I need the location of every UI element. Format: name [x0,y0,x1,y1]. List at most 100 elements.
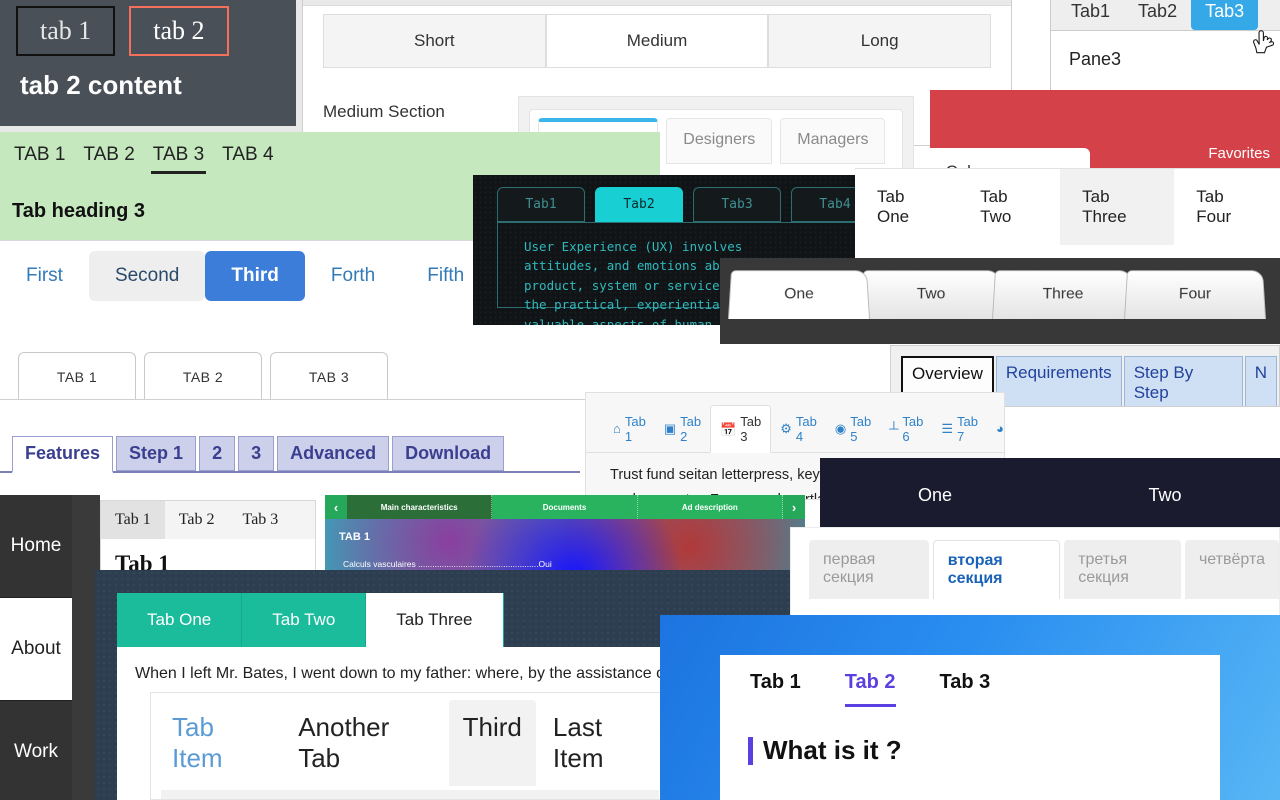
tab-tab2[interactable]: Tab2 [1124,0,1191,30]
tab-tab-3[interactable]: Tab 3 [940,671,991,707]
tab-tab3[interactable]: Tab3 [1191,0,1259,30]
tab-tab-7[interactable]: ☰ Tab 7 [932,406,987,452]
navy-tabs-panel: One Two [820,458,1280,528]
tab-tab-1[interactable]: TAB 1 [12,142,67,174]
tab-ad-description[interactable]: Ad description [637,495,783,519]
tab-managers[interactable]: Managers [780,118,886,164]
big-tab-pane [161,790,659,799]
tab-two[interactable]: Two [1050,458,1280,528]
tab-tab1[interactable]: Tab1 [497,187,585,222]
tab-tab2[interactable]: Tab2 [595,187,683,222]
tab-requirements[interactable]: Requirements [995,356,1122,406]
tab-label: Tab 3 [740,414,762,444]
tab-tab1[interactable]: Tab1 [1057,0,1124,30]
tab-label: Tab 1 [624,413,646,444]
tab-tab-8[interactable]: ◕ Tab 8 [987,406,1004,452]
tab-step-by-step[interactable]: Step By Step [1123,356,1243,406]
tab-tab-3[interactable]: Tab 3 [229,501,293,539]
tab-tab-4[interactable]: TAB 4 [220,142,275,174]
tab-one[interactable]: One [820,458,1050,528]
home-icon: ⌂ [613,421,621,436]
tab-third[interactable]: Third [205,251,305,301]
tab-last-item[interactable]: Last Item [538,700,669,786]
tab-documents[interactable]: Documents [492,495,638,519]
tab-tab-3[interactable]: 📅 Tab 3 [710,405,772,453]
globe-icon: ◉ [834,421,847,436]
tab-tab-3[interactable]: TAB 3 [270,352,388,399]
tab-tab-2[interactable]: TAB 2 [144,352,262,399]
tab-tab-four[interactable]: Tab Four [1174,169,1280,245]
tab-vtoraya-sekciya[interactable]: вторая секция [932,540,1061,599]
tab-tab-2[interactable]: Tab 2 [165,501,229,539]
tab-chetvyortaya-sekciya[interactable]: четвёрта [1184,540,1279,599]
tab-step-2[interactable]: 2 [199,436,236,471]
tab-tab-three[interactable]: Tab Three [1060,169,1175,245]
tab-forth[interactable]: Forth [305,251,401,301]
tab-tab-1[interactable]: tab 1 [16,6,116,56]
tab-another-tab[interactable]: Another Tab [284,700,446,786]
tab-tab-1[interactable]: TAB 1 [18,352,136,399]
tab-tretya-sekciya[interactable]: третья секция [1064,540,1181,599]
tab-tab-two[interactable]: Tab Two [958,169,1060,245]
tab-designers[interactable]: Designers [666,118,773,164]
tab-advanced[interactable]: Advanced [277,436,390,471]
tab-four[interactable]: Four [1124,270,1266,319]
tab-three[interactable]: Three [992,270,1134,319]
sidebar-item-about[interactable]: About [0,598,72,701]
tab-tab-one[interactable]: Tab One [855,169,958,245]
tab-tab-2[interactable]: tab 2 [129,6,229,56]
tab-tab-2[interactable]: ▣ Tab 2 [655,406,710,452]
tab-label: Tab 6 [902,413,924,444]
tab-label: Tab 2 [680,413,702,444]
tab-next[interactable]: N [1244,356,1277,406]
features-tabs-panel: Features Step 1 2 3 Advanced Download [0,430,580,490]
tab-tab-item[interactable]: Tab Item [158,700,282,786]
tablist: Tab 1 Tab 2 Tab 3 [720,655,1220,707]
tablist: Tab Item Another Tab Third Last Item [151,693,669,786]
pane-label: Pane3 [1069,49,1122,69]
tab-two[interactable]: Two [860,270,1002,319]
tab-tab3[interactable]: Tab3 [693,187,781,222]
tab-tab-1[interactable]: Tab 1 [101,501,165,539]
tab-second[interactable]: Second [88,251,206,301]
tab-short[interactable]: Short [323,14,546,67]
sidebar-item-home[interactable]: Home [0,495,72,598]
tab-tab-one[interactable]: Tab One [117,593,243,647]
dark-basic-tabs-panel: tab 1 tab 2 tab 2 content [0,0,302,132]
sitemap-icon: ┴ [889,421,899,436]
tablist: TAB 1 TAB 2 TAB 3 [0,330,600,399]
tablist: ⌂ Tab 1 ▣ Tab 2 📅 Tab 3 ⚙ Tab 4 ◉ Tab 5 … [586,393,1004,453]
tab-tab-2[interactable]: Tab 2 [844,671,896,707]
tab-tab-2[interactable]: TAB 2 [81,142,136,174]
tab-step-3[interactable]: 3 [238,436,275,471]
tab-third[interactable]: Third [448,700,536,786]
content-title: TAB 1 [339,531,370,543]
archive-icon: ▣ [663,421,677,436]
tablist: Tab One Tab Two Tab Three Tab Four [855,169,1280,245]
tab-long[interactable]: Long [768,14,992,67]
tab-tab-1[interactable]: ⌂ Tab 1 [604,406,655,452]
pie-chart-icon: ◕ [996,421,1004,436]
content-line: Calculs vasculaires ....................… [343,559,552,569]
tab-tab-3[interactable]: TAB 3 [150,142,207,174]
tab-tab-6[interactable]: ┴ Tab 6 [880,406,932,452]
tab-main-characteristics[interactable]: Main characteristics [347,495,493,519]
panel-titlebar [303,0,1011,6]
tab-first[interactable]: First [0,251,89,301]
next-arrow-icon[interactable]: › [782,495,805,519]
tab-pervaya-sekciya[interactable]: первая секция [809,540,929,599]
prev-arrow-icon[interactable]: ‹ [325,495,347,519]
tablist: Tab1 Tab2 Tab3 [1051,0,1280,31]
tab-features[interactable]: Features [12,436,114,473]
tab-tab-4[interactable]: ⚙ Tab 4 [771,406,826,452]
tab-one[interactable]: One [728,270,870,319]
tab-download[interactable]: Download [392,436,505,471]
tab-tab-two[interactable]: Tab Two [242,593,367,647]
sidebar-item-work[interactable]: Work [0,701,72,800]
tab-tab-5[interactable]: ◉ Tab 5 [826,406,880,452]
tab-tab-three[interactable]: Tab Three [366,593,504,647]
tab-step-1[interactable]: Step 1 [116,436,197,471]
tab-favorites[interactable]: Favorites [1208,145,1270,162]
tab-medium[interactable]: Medium [545,14,769,67]
tab-tab-1[interactable]: Tab 1 [750,671,801,707]
